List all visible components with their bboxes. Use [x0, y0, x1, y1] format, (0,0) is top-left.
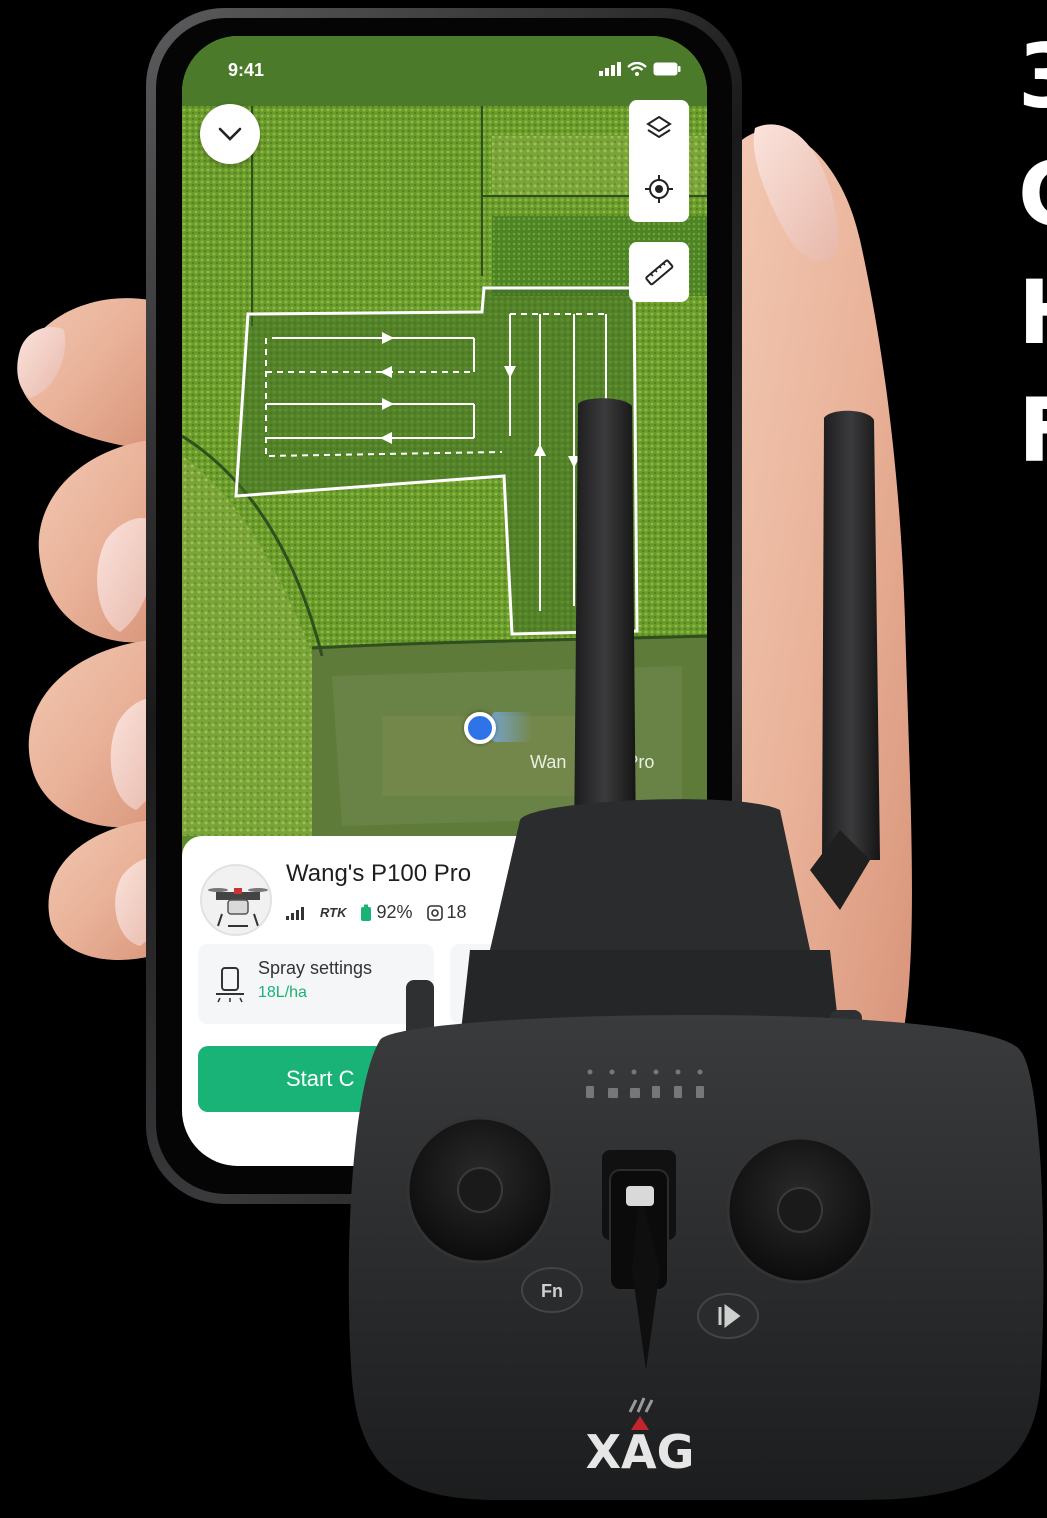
right-antenna	[822, 410, 880, 860]
layers-icon	[646, 115, 672, 138]
collapse-button[interactable]	[200, 104, 260, 164]
status-time: 9:41	[228, 60, 265, 80]
ruler-icon	[645, 259, 674, 286]
wifi-icon	[627, 62, 647, 76]
status-icons	[599, 62, 681, 76]
sprayer-icon	[216, 967, 244, 1003]
status-bar: 9:41	[182, 36, 707, 108]
signal-icon	[599, 62, 621, 76]
spray-rate-value: 18L/ha	[258, 984, 307, 1001]
layers-button[interactable]	[645, 114, 673, 147]
battery-icon	[653, 62, 681, 76]
measure-button[interactable]	[629, 242, 689, 302]
left-antenna	[574, 398, 636, 850]
fn-button-label: Fn	[541, 1281, 563, 1301]
brand-logo: XAG	[586, 1425, 695, 1479]
locate-button[interactable]	[644, 174, 674, 209]
drone-avatar	[200, 864, 272, 936]
drone-icon	[208, 888, 268, 927]
map-toolbar	[629, 100, 689, 222]
remote-controller: Fn XAG	[348, 398, 1044, 1500]
chevron-down-icon	[218, 127, 242, 141]
locate-icon	[645, 174, 673, 203]
signal-strength-icon	[286, 906, 304, 920]
